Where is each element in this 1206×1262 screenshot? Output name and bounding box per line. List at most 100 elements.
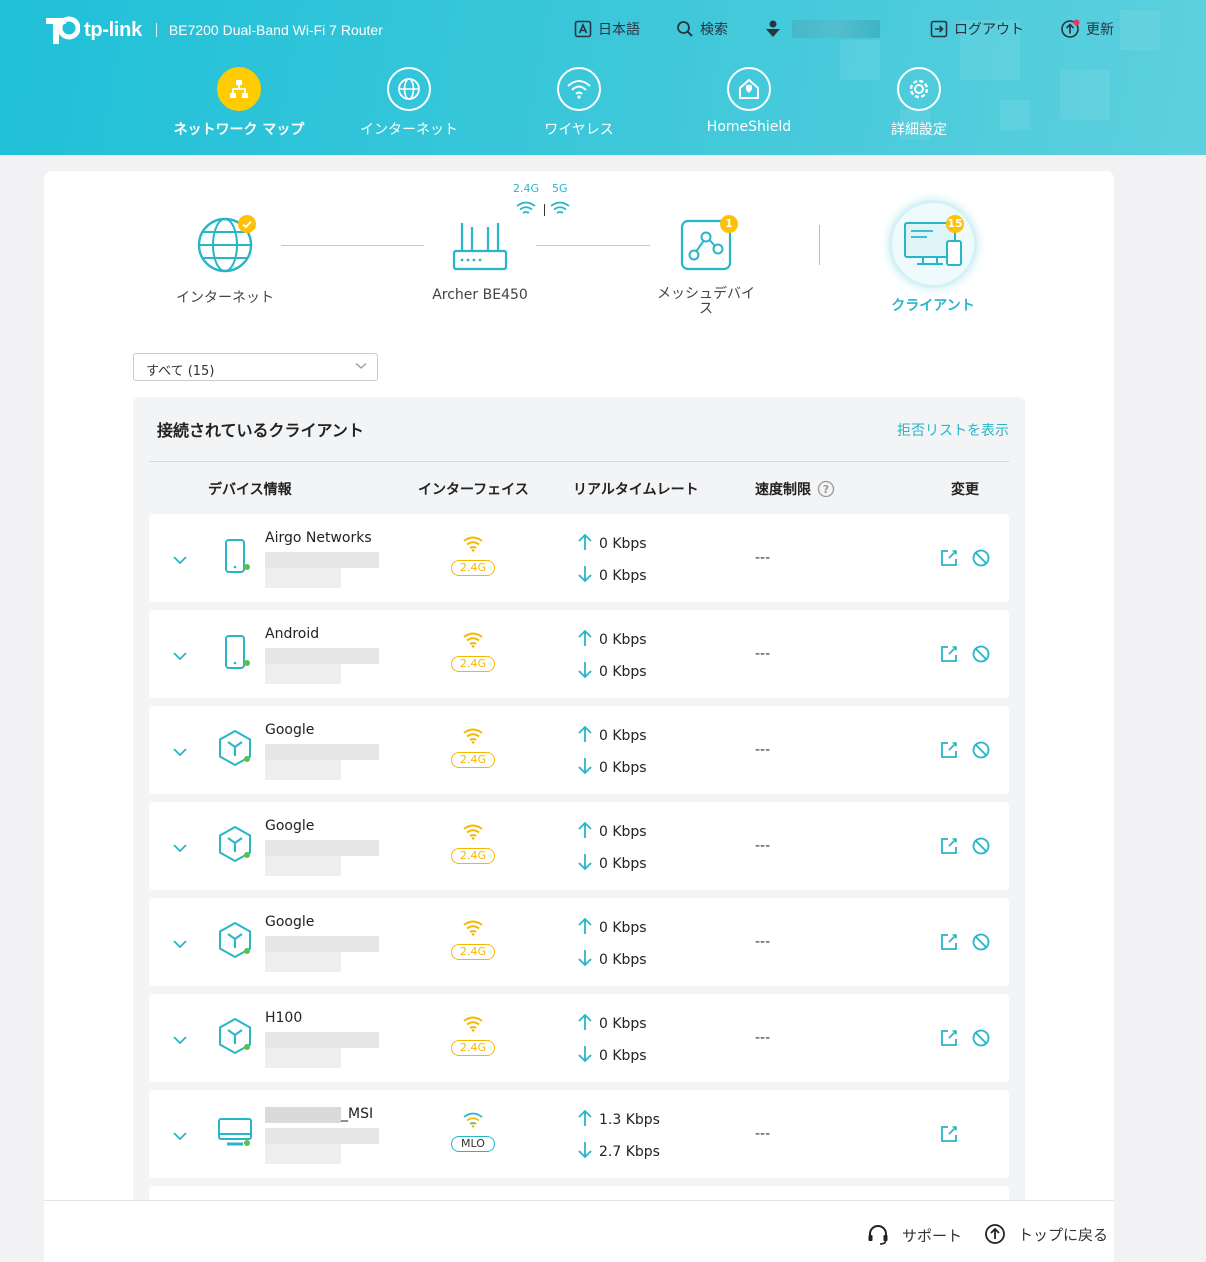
wifi-24-icon xyxy=(516,201,536,214)
nav-wireless[interactable]: ワイヤレス xyxy=(504,67,654,139)
download-rate-value: 0 Kbps xyxy=(599,760,647,776)
account-button[interactable] xyxy=(764,19,880,39)
column-header-edit: 変更 xyxy=(951,482,979,498)
edit-icon[interactable] xyxy=(939,836,959,860)
client-row[interactable]: H100 2.4G 0 Kbps 0 Kbps --- xyxy=(149,994,1009,1082)
gear-icon xyxy=(897,67,941,111)
edit-icon[interactable] xyxy=(939,740,959,764)
home-shield-icon xyxy=(727,67,771,111)
topology-router[interactable]: Archer BE450 xyxy=(415,219,545,303)
client-name: Google xyxy=(265,722,315,738)
edit-icon[interactable] xyxy=(939,1028,959,1052)
nav-network-map[interactable]: ネットワーク マップ xyxy=(164,67,314,139)
interface-indicator: 2.4G xyxy=(451,920,495,960)
block-icon[interactable] xyxy=(971,740,991,764)
speed-limit-value: --- xyxy=(755,838,771,854)
back-to-top-link[interactable]: トップに戻る xyxy=(984,1223,1108,1245)
block-icon[interactable] xyxy=(971,644,991,668)
headset-icon xyxy=(868,1225,888,1245)
upload-rate-value: 0 Kbps xyxy=(599,1016,647,1032)
redacted-ip xyxy=(265,760,341,780)
expand-chevron-icon[interactable] xyxy=(173,838,187,857)
expand-chevron-icon[interactable] xyxy=(173,646,187,665)
client-row[interactable]: Android 2.4G 0 Kbps 0 Kbps --- xyxy=(149,610,1009,698)
iot-device-icon xyxy=(215,824,255,864)
iot-device-icon xyxy=(215,728,255,768)
redacted-ip xyxy=(265,952,341,972)
block-icon[interactable] xyxy=(971,836,991,860)
expand-chevron-icon[interactable] xyxy=(173,742,187,761)
expand-chevron-icon[interactable] xyxy=(173,1030,187,1049)
download-rate: 0 Kbps xyxy=(577,565,647,587)
search-button[interactable]: 検索 xyxy=(676,19,728,39)
wifi-signal-icon xyxy=(451,632,495,652)
expand-chevron-icon[interactable] xyxy=(173,1126,187,1145)
client-name: H100 xyxy=(265,1010,303,1026)
update-button[interactable]: 更新 xyxy=(1060,19,1114,39)
edit-icon[interactable] xyxy=(939,548,959,572)
client-row[interactable]: Google 2.4G 0 Kbps 0 Kbps --- xyxy=(149,898,1009,986)
iot-device-icon xyxy=(215,1016,255,1056)
topology-internet[interactable]: インターネット xyxy=(160,215,290,307)
block-icon[interactable] xyxy=(971,1028,991,1052)
language-button[interactable]: 日本語 xyxy=(574,19,640,39)
wifi-signal-icon xyxy=(451,920,495,940)
nav-internet[interactable]: インターネット xyxy=(334,67,484,139)
nav-homeshield[interactable]: HomeShield xyxy=(674,67,824,135)
footer: サポート トップに戻る xyxy=(44,1200,1114,1262)
edit-icon[interactable] xyxy=(939,1124,959,1148)
arrow-up-circle-icon xyxy=(985,1224,1005,1244)
nav-label: 詳細設定 xyxy=(891,122,947,138)
blocklist-link[interactable]: 拒否リストを表示 xyxy=(897,420,1009,440)
interface-tag: 2.4G xyxy=(451,752,495,768)
client-row[interactable]: _MSI MLO 1.3 Kbps 2.7 Kbps --- xyxy=(149,1090,1009,1178)
chevron-down-icon xyxy=(355,363,367,369)
nav-label: インターネット xyxy=(360,122,458,138)
topology-router-label: Archer BE450 xyxy=(432,287,528,303)
client-row[interactable]: Google 2.4G 0 Kbps 0 Kbps --- xyxy=(149,802,1009,890)
logout-button[interactable]: ログアウト xyxy=(930,19,1024,39)
block-icon[interactable] xyxy=(971,548,991,572)
interface-indicator: 2.4G xyxy=(451,728,495,768)
online-status-dot xyxy=(244,1044,250,1050)
block-icon[interactable] xyxy=(971,932,991,956)
edit-icon[interactable] xyxy=(939,644,959,668)
client-filter-select[interactable]: すべて (15) xyxy=(133,353,378,381)
topology-mesh[interactable]: メッシュデバイス xyxy=(641,219,771,317)
band-24-label: 2.4G xyxy=(513,182,540,195)
redacted-mac xyxy=(265,1032,379,1048)
client-row[interactable]: Google 2.4G 0 Kbps 0 Kbps --- xyxy=(149,706,1009,794)
help-icon[interactable]: ? xyxy=(817,480,835,498)
nav-label: HomeShield xyxy=(706,119,792,135)
upload-rate: 0 Kbps xyxy=(577,629,647,651)
download-rate-value: 0 Kbps xyxy=(599,568,647,584)
expand-chevron-icon[interactable] xyxy=(173,934,187,953)
arrow-up-icon xyxy=(577,533,599,555)
logo[interactable]: tp-link BE7200 Dual-Band Wi-Fi 7 Router xyxy=(44,14,383,46)
brand-name: tp-link xyxy=(84,18,142,41)
download-rate: 0 Kbps xyxy=(577,949,647,971)
download-rate: 0 Kbps xyxy=(577,757,647,779)
edit-icon[interactable] xyxy=(939,932,959,956)
topology-link xyxy=(281,245,424,246)
redacted-ip xyxy=(265,664,341,684)
nav-advanced[interactable]: 詳細設定 xyxy=(844,67,994,139)
interface-tag: MLO xyxy=(451,1136,495,1152)
phone-icon xyxy=(215,536,255,576)
download-rate-value: 0 Kbps xyxy=(599,664,647,680)
online-status-dot xyxy=(244,756,250,762)
expand-chevron-icon[interactable] xyxy=(173,550,187,569)
upload-rate: 1.3 Kbps xyxy=(577,1109,660,1131)
client-row[interactable]: Airgo Networks 2.4G 0 Kbps 0 Kbps --- xyxy=(149,514,1009,602)
band-divider xyxy=(544,204,545,216)
upload-rate: 0 Kbps xyxy=(577,821,647,843)
support-link[interactable]: サポート xyxy=(866,1223,962,1247)
column-header-rate: リアルタイムレート xyxy=(573,482,699,498)
clients-panel: 接続されているクライアント 拒否リストを表示 デバイス情報 インターフェイス リ… xyxy=(133,397,1025,1262)
topology-clients[interactable]: クライアント xyxy=(868,203,998,315)
topology-internet-label: インターネット xyxy=(176,290,274,306)
update-icon xyxy=(1061,19,1080,38)
redacted-mac xyxy=(265,744,379,760)
redacted-ip xyxy=(265,568,341,588)
language-icon xyxy=(574,20,592,38)
